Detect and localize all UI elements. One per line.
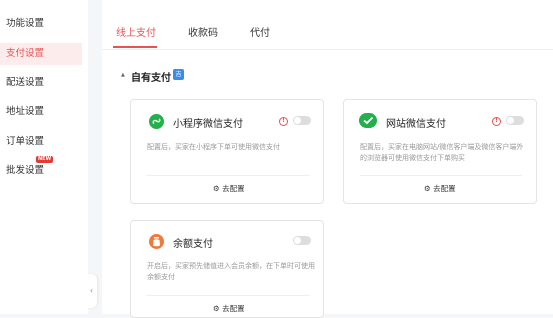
- wechat-icon: [359, 113, 377, 128]
- card-description: 开启后，买家预先储值进入会员余额，在下单时可使用余额支付: [147, 262, 315, 281]
- configure-label: 去配置: [222, 304, 245, 313]
- caret-down-icon: ▲: [121, 72, 125, 78]
- settings-icon: ⚙: [424, 184, 431, 193]
- tab-pay-for-me[interactable]: 代付: [250, 24, 270, 39]
- balance-pay-card: 余额支付 开启后，买家预先储值进入会员余额，在下单时可使用余额支付 ⚙ 去配置: [130, 220, 324, 318]
- divider: [360, 175, 522, 176]
- settings-icon: ⚙: [213, 304, 220, 313]
- configure-label: 去配置: [222, 184, 245, 193]
- active-tab-indicator: [113, 46, 157, 48]
- sidebar-item-address-settings[interactable]: 地址设置: [0, 101, 82, 123]
- configure-button[interactable]: ⚙ 去配置: [213, 183, 245, 194]
- configure-button[interactable]: ⚙ 去配置: [424, 183, 456, 194]
- tab-online-payment[interactable]: 线上支付: [116, 24, 156, 39]
- money-bag-icon: [149, 234, 164, 249]
- card-description: 配置后，买家在电脑网站/微信客户端及微信客户端外的浏览器可使用微信支付下单购买: [360, 143, 524, 162]
- mini-program-pay-toggle[interactable]: [293, 116, 311, 125]
- sidebar-item-order-settings[interactable]: 订单设置: [0, 131, 82, 153]
- sidebar-item-payment-settings[interactable]: 支付设置: [0, 43, 82, 65]
- card-title: 余额支付: [173, 239, 213, 250]
- divider: [147, 295, 309, 296]
- mini-program-icon: [149, 114, 164, 129]
- sidebar-item-label: 批发设置: [6, 165, 45, 176]
- sidebar-item-wholesale-settings[interactable]: 批发设置 NEW: [0, 156, 82, 182]
- main-panel: 线上支付 收款码 代付 ▲ 自有支付 吉 小程序微信支付 ! 配置后，买家在小程…: [102, 0, 553, 318]
- configure-button[interactable]: ⚙ 去配置: [213, 303, 245, 314]
- card-title: 小程序微信支付: [173, 119, 243, 130]
- settings-icon: ⚙: [213, 184, 220, 193]
- sidebar-collapse-button[interactable]: ‹: [86, 274, 97, 308]
- section-badge-icon: 吉: [173, 69, 184, 80]
- chevron-left-icon: ‹: [89, 286, 94, 295]
- sidebar-item-function-settings[interactable]: 功能设置: [0, 13, 82, 35]
- sidebar: 功能设置 支付设置 配送设置 地址设置 订单设置 批发设置 NEW: [0, 0, 88, 314]
- balance-pay-toggle[interactable]: [293, 236, 311, 245]
- sidebar-item-delivery-settings[interactable]: 配送设置: [0, 72, 82, 94]
- tab-payment-code[interactable]: 收款码: [188, 24, 218, 39]
- section-title: 自有支付: [131, 73, 171, 84]
- card-title: 网站微信支付: [386, 119, 446, 130]
- configure-label: 去配置: [433, 184, 456, 193]
- warning-icon[interactable]: !: [279, 117, 288, 126]
- tab-bar: 线上支付 收款码 代付: [102, 0, 553, 50]
- web-wechat-pay-card: 网站微信支付 ! 配置后，买家在电脑网站/微信客户端及微信客户端外的浏览器可使用…: [343, 99, 537, 204]
- divider: [147, 175, 309, 176]
- web-wechat-pay-toggle[interactable]: [506, 116, 524, 125]
- card-description: 配置后，买家在小程序下单可使用微信支付: [147, 143, 280, 151]
- warning-icon[interactable]: !: [492, 117, 501, 126]
- mini-program-wechat-pay-card: 小程序微信支付 ! 配置后，买家在小程序下单可使用微信支付 ⚙ 去配置: [130, 99, 324, 204]
- new-badge: NEW: [36, 156, 54, 163]
